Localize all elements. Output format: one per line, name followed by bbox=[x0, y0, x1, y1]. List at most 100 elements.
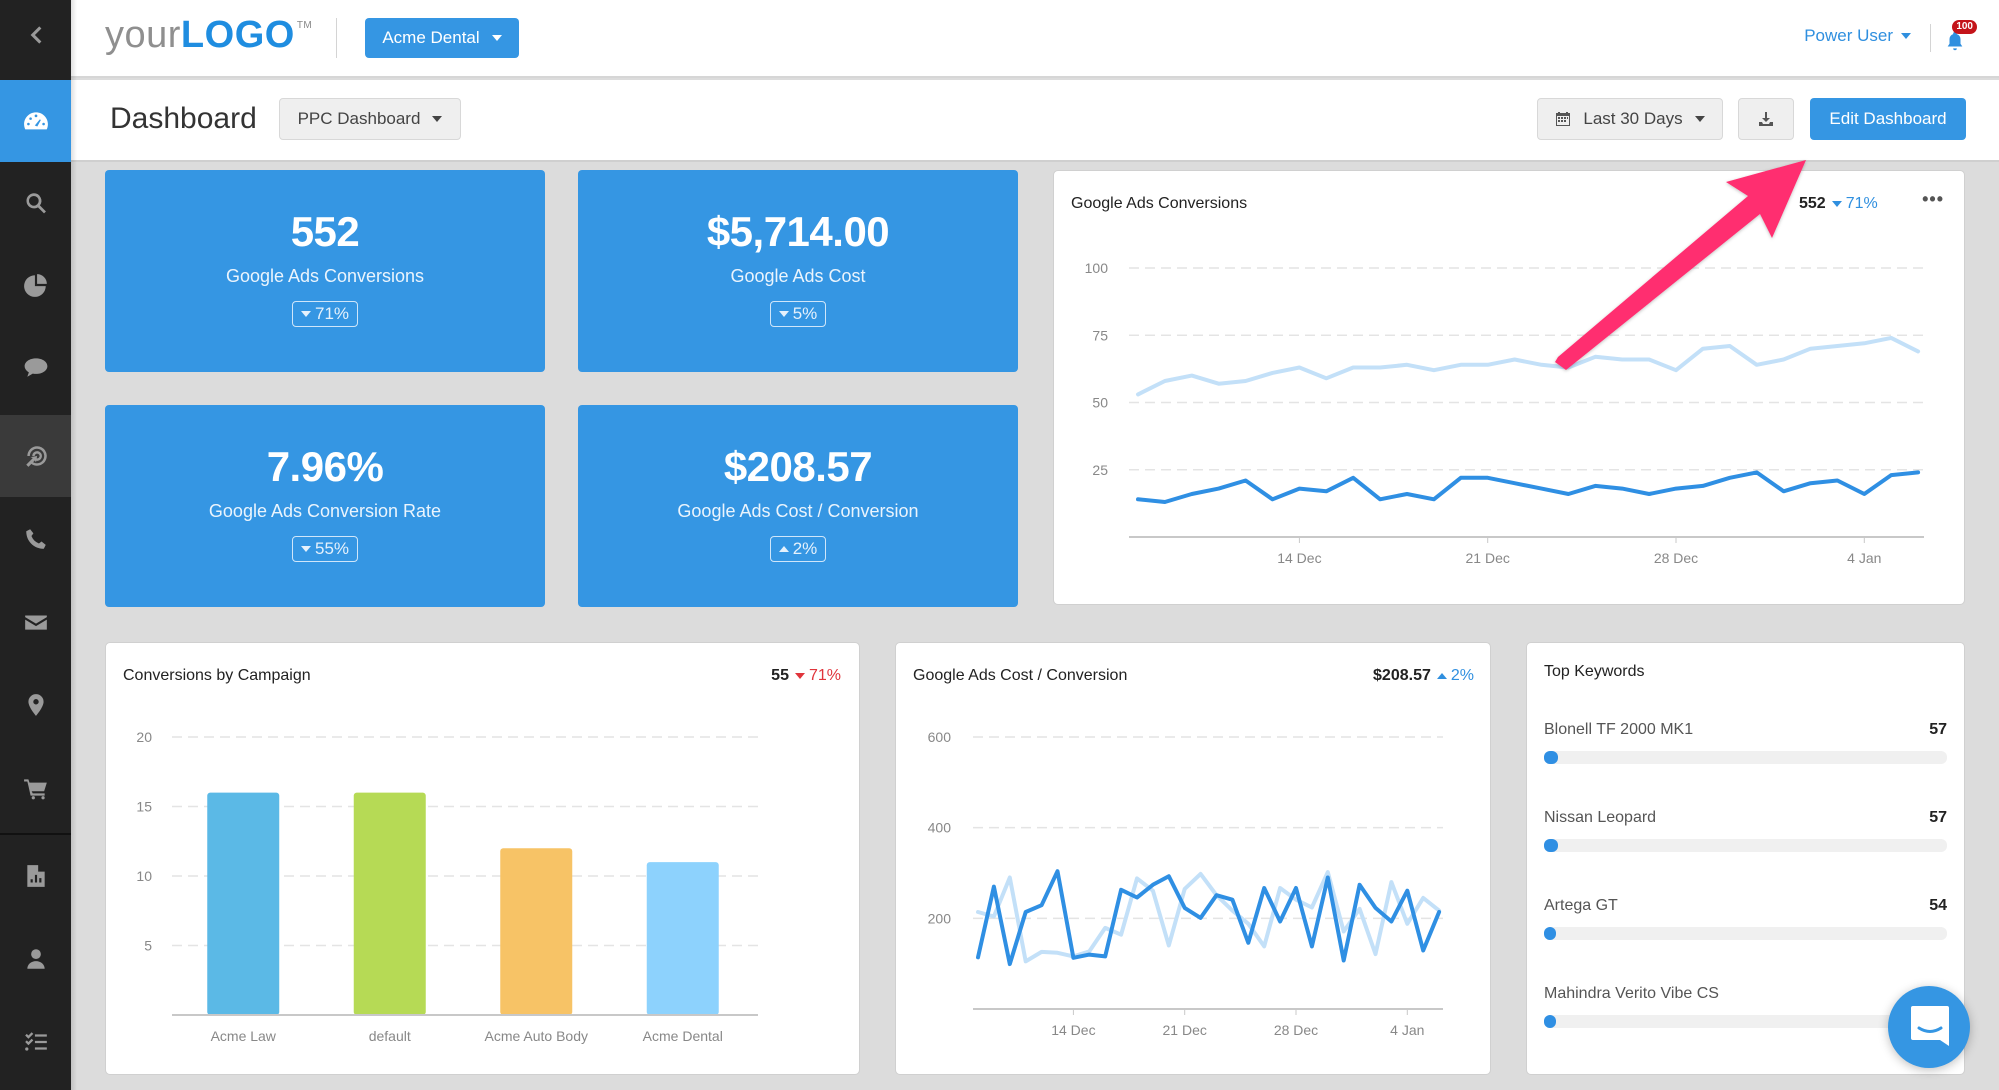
edit-dashboard-button[interactable]: Edit Dashboard bbox=[1810, 98, 1966, 140]
envelope-icon bbox=[24, 615, 47, 630]
sidebar-item-reports[interactable] bbox=[0, 835, 71, 917]
kpi-change-value: 5% bbox=[792, 304, 818, 323]
panel-google-ads-conversions: Google Ads Conversions 552 71% ••• 25 50 7… bbox=[1053, 170, 1965, 605]
chevron-down-icon bbox=[1694, 116, 1705, 122]
keyword-value: 57 bbox=[1929, 809, 1947, 826]
y-tick-label: 75 bbox=[1092, 327, 1108, 343]
notification-badge: 100 bbox=[1952, 20, 1977, 34]
x-tick-label: 14 Dec bbox=[1277, 550, 1321, 566]
kpi-change-value: 55% bbox=[314, 539, 350, 558]
series-line-current bbox=[1136, 470, 1921, 504]
kpi-value: $208.57 bbox=[723, 443, 873, 490]
y-tick-label: 20 bbox=[136, 729, 152, 745]
user-menu[interactable]: Power User bbox=[1804, 26, 1911, 46]
sidebar-item-email[interactable] bbox=[0, 581, 71, 663]
kpi-label: Google Ads Conversion Rate bbox=[208, 501, 442, 521]
x-tick-label: 28 Dec bbox=[1274, 1022, 1318, 1038]
series-line-previous bbox=[976, 870, 1442, 964]
keyword-bar-track bbox=[1544, 839, 1947, 852]
dashboard-selector[interactable]: PPC Dashboard bbox=[279, 98, 461, 140]
keyword-name: Blonell TF 2000 MK1 bbox=[1544, 721, 1694, 738]
sidebar-item-tasks[interactable] bbox=[0, 1001, 71, 1083]
kpi-value: 7.96% bbox=[266, 443, 384, 490]
chat-bubble-icon bbox=[24, 358, 47, 377]
x-tick-label: default bbox=[369, 1028, 411, 1044]
kpi-label: Google Ads Conversions bbox=[225, 266, 425, 286]
keyword-name: Nissan Leopard bbox=[1544, 809, 1657, 826]
dashboard-selector-label: PPC Dashboard bbox=[297, 109, 421, 128]
campaign-bar-chart: 5 10 15 20 Acme Law default Acme Auto Body Acme… bbox=[136, 729, 758, 1044]
x-tick-label: 4 Jan bbox=[1847, 550, 1881, 566]
keyword-row[interactable]: Nissan Leopard 57 bbox=[1544, 809, 1947, 852]
x-tick-label: Acme Auto Body bbox=[484, 1028, 588, 1044]
triangle-down-icon bbox=[300, 546, 311, 552]
sidebar-item-dashboards[interactable] bbox=[0, 80, 71, 162]
user-menu-label: Power User bbox=[1804, 26, 1893, 45]
kpi-tile-cost[interactable]: $5,714.00 Google Ads Cost 5% bbox=[578, 170, 1018, 372]
kpi-change-badge: 5% bbox=[769, 301, 827, 327]
sidebar-item-ppc[interactable] bbox=[0, 415, 71, 497]
logo-brand: LOGO bbox=[180, 14, 295, 56]
sidebar-item-analytics[interactable] bbox=[0, 244, 71, 326]
bar-acme-law bbox=[207, 792, 280, 1015]
keyword-bar-fill bbox=[1544, 839, 1559, 852]
y-tick-label: 5 bbox=[144, 938, 152, 954]
keyword-bar-fill bbox=[1544, 751, 1559, 764]
top-header: yourLOGO TM Acme Dental Power User 100 bbox=[71, 0, 1999, 78]
download-icon bbox=[1759, 112, 1773, 126]
report-icon bbox=[26, 865, 45, 887]
kpi-tile-conversion-rate[interactable]: 7.96% Google Ads Conversion Rate 55% bbox=[105, 405, 545, 607]
keyword-row[interactable]: Mahindra Verito Vibe CS bbox=[1544, 985, 1947, 1028]
keyword-value: 57 bbox=[1929, 721, 1947, 738]
page-title: Dashboard bbox=[110, 102, 257, 135]
map-pin-icon bbox=[27, 694, 44, 716]
pie-chart-icon bbox=[23, 274, 47, 297]
user-icon bbox=[26, 949, 45, 969]
y-tick-label: 10 bbox=[136, 868, 152, 884]
chat-launcher-button[interactable] bbox=[1888, 986, 1970, 1068]
sidebar-item-local[interactable] bbox=[0, 664, 71, 746]
date-range-label: Last 30 Days bbox=[1583, 109, 1683, 128]
download-button[interactable] bbox=[1738, 98, 1794, 140]
keyword-row[interactable]: Blonell TF 2000 MK1 57 bbox=[1544, 721, 1947, 764]
dashboard-toolbar: Dashboard PPC Dashboard Last 30 Days Edi… bbox=[71, 80, 1999, 162]
calendar-icon bbox=[1556, 112, 1571, 126]
sidebar-item-ecommerce[interactable] bbox=[0, 747, 71, 829]
x-tick-label: 21 Dec bbox=[1466, 550, 1510, 566]
client-selector-label: Acme Dental bbox=[382, 28, 480, 47]
target-click-icon bbox=[25, 446, 47, 467]
sidebar-item-calls[interactable] bbox=[0, 498, 71, 580]
kpi-tile-conversions[interactable]: 552 Google Ads Conversions 71% bbox=[105, 170, 545, 372]
phone-icon bbox=[25, 529, 46, 549]
kpi-label: Google Ads Cost bbox=[730, 266, 866, 286]
sidebar-item-social[interactable] bbox=[0, 326, 71, 408]
chevron-down-icon bbox=[432, 116, 443, 122]
y-tick-label: 25 bbox=[1092, 462, 1108, 478]
client-selector[interactable]: Acme Dental bbox=[365, 18, 519, 58]
x-tick-label: 4 Jan bbox=[1390, 1022, 1424, 1038]
x-tick-label: 21 Dec bbox=[1163, 1022, 1207, 1038]
logo[interactable]: yourLOGO TM bbox=[105, 14, 312, 57]
chevron-left-icon bbox=[30, 26, 41, 44]
kpi-tile-cost-per-conversion[interactable]: $208.57 Google Ads Cost / Conversion 2% bbox=[578, 405, 1018, 607]
keyword-bar-track bbox=[1544, 751, 1947, 764]
y-tick-label: 600 bbox=[928, 729, 952, 745]
sidebar-item-search[interactable] bbox=[0, 162, 71, 244]
search-icon bbox=[25, 193, 46, 214]
panel-cost-per-conversion: Google Ads Cost / Conversion $208.57 2% … bbox=[895, 642, 1491, 1075]
x-tick-label: Acme Dental bbox=[643, 1028, 723, 1044]
keyword-row[interactable]: Artega GT 54 bbox=[1544, 897, 1947, 940]
keyword-bar-fill bbox=[1544, 927, 1557, 940]
sidebar-collapse-button[interactable] bbox=[0, 0, 71, 70]
conversions-line-chart: 25 50 75 100 14 Dec 21 Dec 28 Dec 4 Jan bbox=[1085, 260, 1924, 566]
keyword-bar-track bbox=[1544, 927, 1947, 940]
dashboard-gauge-icon bbox=[23, 112, 48, 130]
sidebar-item-users[interactable] bbox=[0, 918, 71, 1000]
bar-acme-dental bbox=[646, 862, 719, 1015]
notifications-button[interactable]: 100 bbox=[1941, 20, 1977, 52]
tasks-icon bbox=[24, 1032, 47, 1051]
kpi-change-value: 2% bbox=[792, 539, 818, 558]
keyword-name: Mahindra Verito Vibe CS bbox=[1544, 985, 1719, 1002]
panel-conversions-by-campaign: Conversions by Campaign 55 71% 5 10 15 20 Ac… bbox=[105, 642, 860, 1075]
date-range-selector[interactable]: Last 30 Days bbox=[1537, 98, 1723, 140]
